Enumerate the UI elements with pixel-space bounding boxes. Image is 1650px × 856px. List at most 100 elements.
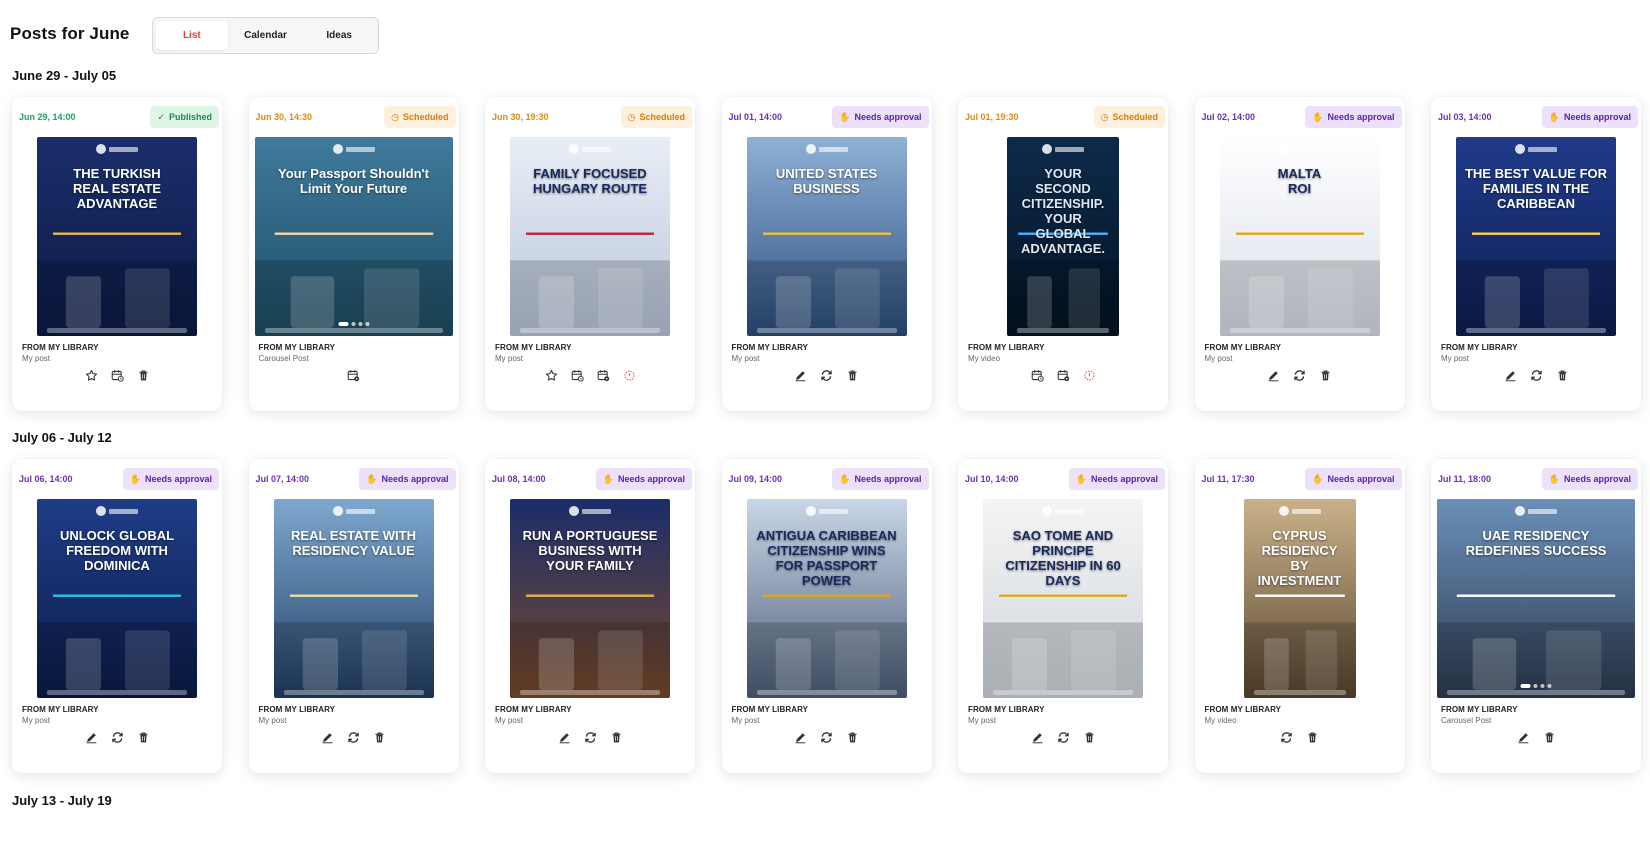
error-icon[interactable] [1081,367,1097,383]
delete-icon[interactable] [1541,729,1557,745]
post-card[interactable]: Jul 10, 14:00 ✋ Needs approval SAO TOME AND… [958,459,1168,773]
post-thumbnail[interactable]: ANTIGUA CARIBBEAN CITIZENSHIP WINS FOR P… [746,499,907,698]
post-footer-bar [1447,690,1625,695]
post-card[interactable]: Jul 11, 18:00 ✋ Needs approval UAE RESIDENC… [1431,459,1641,773]
refresh-icon[interactable] [1292,367,1308,383]
post-thumbnail[interactable]: UAE RESIDENCY REDEFINES SUCCESS [1437,499,1635,698]
edit-icon[interactable] [1029,729,1045,745]
refresh-icon[interactable] [1055,729,1071,745]
post-headline: YOUR SECOND CITIZENSHIP. YOUR GLOBAL ADV… [1020,166,1106,256]
post-thumbnail[interactable]: Your Passport Shouldn't Limit Your Futur… [254,137,453,336]
calendar-settings-icon[interactable] [595,367,611,383]
post-thumbnail[interactable]: RUN A PORTUGUESE BUSINESS WITH YOUR FAMI… [510,499,670,698]
post-thumbnail[interactable]: YOUR SECOND CITIZENSHIP. YOUR GLOBAL ADV… [1007,137,1119,336]
post-kind: My post [22,354,51,363]
post-thumbnail[interactable]: CYPRUS RESIDENCY BY INVESTMENT [1243,499,1356,698]
refresh-icon[interactable] [109,729,125,745]
post-headline: UNITED STATES BUSINESS [775,166,878,196]
delete-icon[interactable] [845,729,861,745]
post-thumbnail[interactable]: FAMILY FOCUSED HUNGARY ROUTE [510,137,670,336]
edit-icon[interactable] [1515,729,1531,745]
post-actions [249,367,459,383]
edit-icon[interactable] [320,729,336,745]
tab-ideas[interactable]: Ideas [303,21,375,50]
tab-calendar[interactable]: Calendar [230,21,302,50]
refresh-icon[interactable] [819,367,835,383]
post-actions [1195,367,1405,383]
edit-icon[interactable] [793,729,809,745]
post-thumbnail[interactable]: UNLOCK GLOBAL FREEDOM WITH DOMINICA [37,499,197,698]
post-source: FROM MY LIBRARY [22,705,99,714]
post-card[interactable]: Jul 03, 14:00 ✋ Needs approval THE BEST VAL… [1431,97,1641,411]
brand-logo-mark [805,143,848,155]
post-kind: My post [495,354,524,363]
post-card[interactable]: Jun 30, 14:30 ◷ Scheduled Your Passport Sho… [248,97,459,411]
post-headline: FAMILY FOCUSED HUNGARY ROUTE [532,166,648,196]
post-headline: UNLOCK GLOBAL FREEDOM WITH DOMINICA [59,528,175,573]
refresh-icon[interactable] [582,729,598,745]
refresh-icon[interactable] [819,729,835,745]
carousel-dots[interactable] [1520,684,1552,688]
refresh-icon[interactable] [1279,729,1295,745]
post-card[interactable]: Jul 08, 14:00 ✋ Needs approval RUN A PORTUG… [485,459,695,773]
delete-icon[interactable] [1554,367,1570,383]
delete-icon[interactable] [608,729,624,745]
clock-icon: ◷ [1100,111,1109,122]
error-icon[interactable] [621,367,637,383]
delete-icon[interactable] [135,367,151,383]
status-badge: ◷ Scheduled [384,106,456,128]
post-date: Jul 06, 14:00 [19,474,73,484]
post-card[interactable]: Jun 30, 19:30 ◷ Scheduled FAMILY FOCUSED HU… [485,97,695,411]
post-card[interactable]: Jul 09, 14:00 ✋ Needs approval ANTIGUA CARI… [721,459,932,773]
post-card[interactable]: Jun 29, 14:00 ✓ Published THE TURKISH REAL … [12,97,222,411]
edit-icon[interactable] [83,729,99,745]
status-badge: ✋ Needs approval [595,468,692,490]
status-badge: ✋ Needs approval [1541,106,1638,128]
post-headline: THE TURKISH REAL ESTATE ADVANTAGE [72,166,162,211]
delete-icon[interactable] [372,729,388,745]
status-badge: ✋ Needs approval [122,468,219,490]
edit-icon[interactable] [1266,367,1282,383]
clock-icon: ◷ [391,111,399,122]
post-date: Jun 29, 14:00 [19,112,76,122]
reschedule-icon[interactable] [569,367,585,383]
post-headline: UAE RESIDENCY REDEFINES SUCCESS [1465,528,1607,558]
delete-icon[interactable] [1081,729,1097,745]
post-card[interactable]: Jul 11, 17:30 ✋ Needs approval CYPRUS RESID… [1194,459,1405,773]
post-card[interactable]: Jul 01, 19:30 ◷ Scheduled YOUR SECOND CITIZ… [958,97,1168,411]
reschedule-icon[interactable] [1029,367,1045,383]
carousel-dots[interactable] [338,322,369,326]
post-card[interactable]: Jul 02, 14:00 ✋ Needs approval MALTA ROI FRO… [1194,97,1405,411]
post-thumbnail[interactable]: MALTA ROI [1219,137,1380,336]
refresh-icon[interactable] [1528,367,1544,383]
edit-icon[interactable] [1502,367,1518,383]
post-card[interactable]: Jul 07, 14:00 ✋ Needs approval REAL ESTATE … [248,459,459,773]
post-footer-bar [283,690,424,695]
view-switcher: List Calendar Ideas [152,17,379,54]
post-kind: My post [495,716,524,725]
calendar-settings-icon[interactable] [1055,367,1071,383]
edit-icon[interactable] [556,729,572,745]
tab-list[interactable]: List [156,21,228,50]
post-footer-bar [993,690,1133,695]
status-label: Published [168,112,212,122]
star-icon[interactable] [543,367,559,383]
delete-icon[interactable] [1318,367,1334,383]
edit-icon[interactable] [793,367,809,383]
star-icon[interactable] [83,367,99,383]
post-thumbnail[interactable]: UNITED STATES BUSINESS [746,137,907,336]
post-thumbnail[interactable]: SAO TOME AND PRINCIPE CITIZENSHIP IN 60 … [983,499,1143,698]
delete-icon[interactable] [135,729,151,745]
post-card[interactable]: Jul 01, 14:00 ✋ Needs approval UNITED STATE… [721,97,932,411]
post-card[interactable]: Jul 06, 14:00 ✋ Needs approval UNLOCK GLOBA… [12,459,222,773]
reschedule-icon[interactable] [109,367,125,383]
refresh-icon[interactable] [346,729,362,745]
post-thumbnail[interactable]: THE BEST VALUE FOR FAMILIES IN THE CARIB… [1456,137,1616,336]
delete-icon[interactable] [845,367,861,383]
delete-icon[interactable] [1305,729,1321,745]
post-thumbnail[interactable]: REAL ESTATE WITH RESIDENCY VALUE [273,499,434,698]
post-headline: CYPRUS RESIDENCY BY INVESTMENT [1257,528,1342,588]
status-badge: ✋ Needs approval [359,468,456,490]
post-thumbnail[interactable]: THE TURKISH REAL ESTATE ADVANTAGE [37,137,197,336]
calendar-settings-icon[interactable] [346,367,362,383]
